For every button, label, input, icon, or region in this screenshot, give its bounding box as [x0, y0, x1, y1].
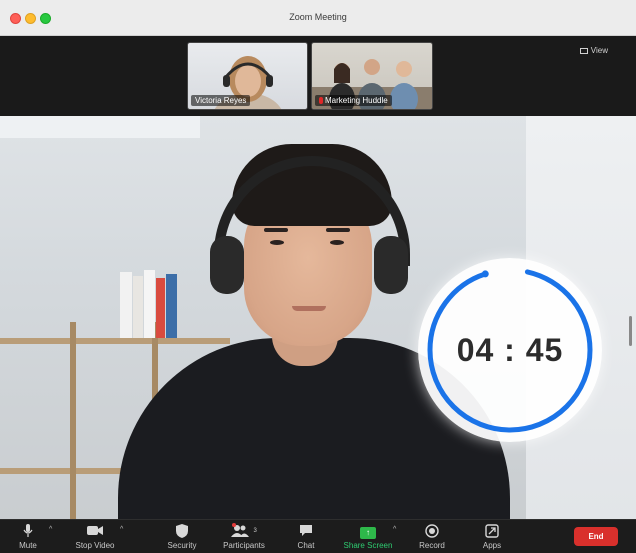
share-options-chevron-icon[interactable]: ^: [393, 526, 396, 533]
participant-strip: Victoria Reyes Marketing Huddle View: [0, 36, 636, 116]
meeting-toolbar: Mute ^ Stop Video ^ Security 3 Participa…: [0, 519, 636, 553]
notification-dot: [232, 523, 236, 527]
shield-icon: [160, 524, 204, 538]
countdown-timer: 04 : 45: [418, 258, 602, 442]
participant-name: Victoria Reyes: [191, 95, 251, 106]
background-shelf: [0, 338, 230, 344]
apps-icon: [472, 524, 512, 538]
background-window: [0, 116, 200, 138]
participants-icon: 3: [216, 524, 272, 538]
participants-button[interactable]: 3 Participants: [216, 520, 272, 553]
zoom-window: Zoom Meeting Victoria Reyes Marketing Hu…: [0, 0, 636, 553]
audio-options-chevron-icon[interactable]: ^: [49, 526, 52, 533]
record-button[interactable]: Record: [412, 520, 452, 553]
chat-button[interactable]: Chat: [288, 520, 324, 553]
muted-mic-icon: [319, 97, 323, 104]
chat-bubble-icon: [288, 524, 324, 538]
headphones-earcup: [210, 236, 244, 294]
stop-video-button[interactable]: Stop Video: [68, 520, 122, 553]
record-icon: [412, 524, 452, 538]
video-options-chevron-icon[interactable]: ^: [120, 526, 123, 533]
headphones-earcup: [374, 236, 408, 294]
participant-name: Marketing Huddle: [315, 95, 392, 106]
apps-button[interactable]: Apps: [472, 520, 512, 553]
view-button[interactable]: View: [579, 46, 608, 55]
background-books: [120, 268, 190, 338]
share-screen-button[interactable]: ↑ Share Screen: [336, 520, 400, 553]
side-scroll-handle[interactable]: [629, 316, 632, 346]
timer-readout: 04 : 45: [456, 332, 564, 368]
participant-thumbnail[interactable]: Marketing Huddle: [311, 42, 433, 110]
mute-button[interactable]: Mute: [8, 520, 48, 553]
participant-thumbnail[interactable]: Victoria Reyes: [187, 42, 308, 110]
video-camera-icon: [68, 524, 122, 538]
background-shelf: [70, 322, 76, 519]
view-grid-icon: [579, 48, 588, 54]
security-button[interactable]: Security: [160, 520, 204, 553]
window-title: Zoom Meeting: [289, 12, 347, 22]
active-speaker-video: 04 : 45: [0, 116, 636, 519]
microphone-icon: [8, 524, 48, 538]
share-screen-icon: ↑: [336, 524, 400, 539]
title-bar: Zoom Meeting: [0, 0, 636, 36]
end-meeting-button[interactable]: End: [574, 527, 618, 546]
